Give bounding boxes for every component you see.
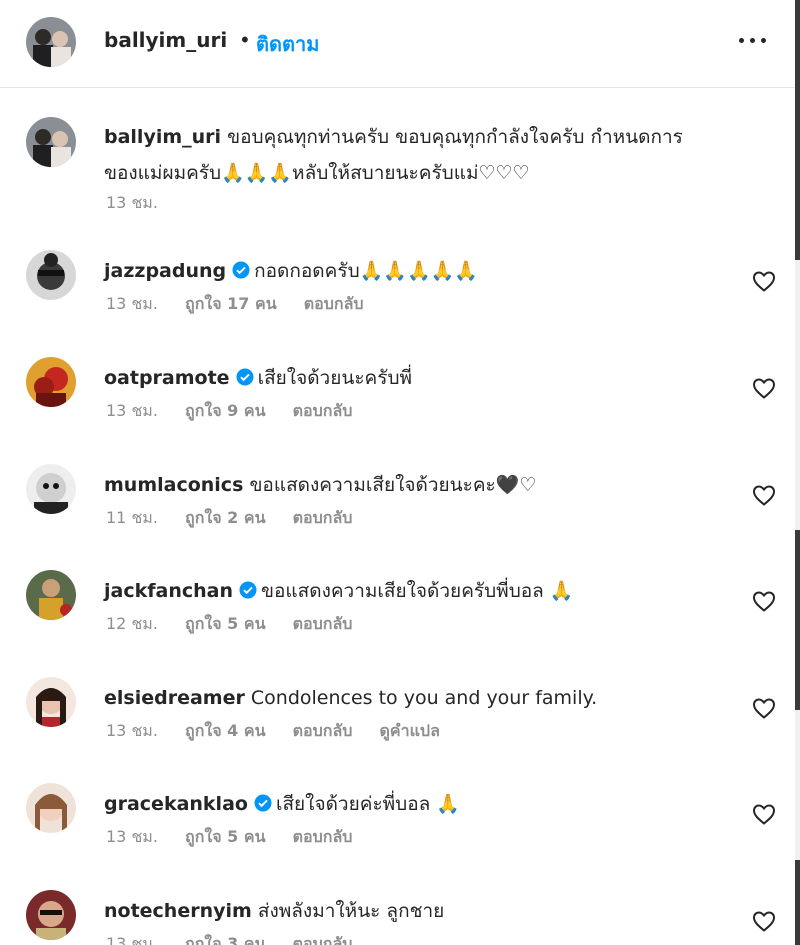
reply-button[interactable]: ตอบกลับ — [293, 614, 353, 633]
verified-badge-icon — [232, 261, 250, 279]
likes-count-button[interactable]: ถูกใจ 17 คน — [185, 294, 277, 313]
verified-badge-icon — [254, 794, 272, 812]
caption-time: 13 ชม. — [106, 193, 158, 212]
comment-text: ขอแสดงความเสียใจด้วยนะคะ🖤♡ — [249, 474, 537, 496]
comment-line: notechernyim ส่งพลังมาให้นะ ลูกชาย — [104, 894, 444, 928]
commenter-username[interactable]: gracekanklao — [104, 793, 248, 815]
commenter-username[interactable]: jazzpadung — [104, 260, 226, 282]
verified-badge-icon — [239, 581, 257, 599]
likes-count-button[interactable]: ถูกใจ 5 คน — [185, 614, 265, 633]
comment-time: 13 ชม. — [106, 827, 158, 846]
background-dark-strip — [795, 530, 800, 710]
author-username[interactable]: ballyim_uri — [104, 28, 227, 52]
comment-time: 11 ชม. — [106, 508, 158, 527]
comment-text: ขอแสดงความเสียใจด้วยครับพี่บอล 🙏 — [260, 580, 574, 602]
commenter-avatar[interactable] — [26, 250, 76, 300]
commenter-username[interactable]: jackfanchan — [104, 580, 233, 602]
comment-meta: 12 ชม. ถูกใจ 5 คน ตอบกลับ — [106, 612, 374, 637]
background-dark-strip — [795, 0, 800, 260]
reply-button[interactable]: ตอบกลับ — [293, 401, 353, 420]
likes-count-button[interactable]: ถูกใจ 2 คน — [185, 508, 265, 527]
like-heart-icon[interactable] — [752, 270, 776, 292]
comment-meta: 13 ชม. ถูกใจ 3 คน ตอบกลับ — [106, 932, 374, 945]
commenter-avatar[interactable] — [26, 464, 76, 514]
comment-item: jackfanchan ขอแสดงความเสียใจด้วยครับพี่บอ… — [0, 570, 795, 670]
like-heart-icon[interactable] — [752, 590, 776, 612]
comment-meta: 13 ชม. ถูกใจ 5 คน ตอบกลับ — [106, 825, 374, 850]
commenter-avatar[interactable] — [26, 890, 76, 940]
comment-item: mumlaconics ขอแสดงความเสียใจด้วยนะคะ🖤♡ 1… — [0, 464, 795, 564]
commenter-username[interactable]: notechernyim — [104, 900, 252, 922]
reply-button[interactable]: ตอบกลับ — [293, 827, 353, 846]
commenter-avatar[interactable] — [26, 783, 76, 833]
post-header: ballyim_uri • ติดตาม — [0, 0, 795, 88]
author-avatar[interactable] — [26, 17, 76, 67]
comment-line: gracekanklao เสียใจด้วยค่ะพี่บอล 🙏 — [104, 787, 460, 821]
reply-button[interactable]: ตอบกลับ — [304, 294, 364, 313]
comment-time: 13 ชม. — [106, 401, 158, 420]
caption-username[interactable]: ballyim_uri — [104, 126, 221, 148]
caption-text-line1: ขอบคุณทุกท่านครับ ขอบคุณทุกกำลังใจครับ ก… — [227, 126, 683, 148]
commenter-username[interactable]: mumlaconics — [104, 474, 243, 496]
comment-item: jazzpadung กอดกอดครับ🙏🙏🙏🙏🙏 13 ชม. ถูกใจ 1… — [0, 250, 795, 350]
caption-text-line2: ของแม่ผมครับ🙏🙏🙏หลับให้สบายนะครับแม่♡♡♡ — [104, 162, 530, 184]
comment-meta: 13 ชม. ถูกใจ 9 คน ตอบกลับ — [106, 399, 374, 424]
post-caption: ballyim_uri ขอบคุณทุกท่านครับ ขอบคุณทุกก… — [0, 117, 795, 227]
likes-count-button[interactable]: ถูกใจ 4 คน — [185, 721, 265, 740]
comment-line: jackfanchan ขอแสดงความเสียใจด้วยครับพี่บอ… — [104, 574, 574, 608]
separator-dot: • — [239, 28, 251, 52]
comment-meta: 13 ชม. ถูกใจ 17 คน ตอบกลับ — [106, 292, 386, 317]
comment-line: elsiedreamer Condolences to you and your… — [104, 681, 597, 715]
like-heart-icon[interactable] — [752, 910, 776, 932]
like-heart-icon[interactable] — [752, 803, 776, 825]
background-dark-strip — [795, 860, 800, 945]
see-translation-button[interactable]: ดูคำแปล — [380, 721, 440, 740]
reply-button[interactable]: ตอบกลับ — [293, 508, 353, 527]
comment-text: เสียใจด้วยค่ะพี่บอล 🙏 — [275, 793, 460, 815]
commenter-avatar[interactable] — [26, 677, 76, 727]
commenter-avatar[interactable] — [26, 357, 76, 407]
comment-time: 13 ชม. — [106, 294, 158, 313]
commenter-username[interactable]: elsiedreamer — [104, 687, 245, 709]
background-edge — [795, 0, 800, 945]
like-heart-icon[interactable] — [752, 377, 776, 399]
comment-time: 13 ชม. — [106, 721, 158, 740]
more-options-icon[interactable] — [737, 28, 769, 52]
comment-line: oatpramote เสียใจด้วยนะครับพี่ — [104, 361, 412, 395]
comment-meta: 13 ชม. ถูกใจ 4 คน ตอบกลับ ดูคำแปล — [106, 719, 462, 744]
comment-item: oatpramote เสียใจด้วยนะครับพี่ 13 ชม. ถูก… — [0, 357, 795, 457]
comment-item: gracekanklao เสียใจด้วยค่ะพี่บอล 🙏 13 ชม.… — [0, 783, 795, 883]
comment-item: elsiedreamer Condolences to you and your… — [0, 677, 795, 777]
likes-count-button[interactable]: ถูกใจ 5 คน — [185, 827, 265, 846]
comment-line: jazzpadung กอดกอดครับ🙏🙏🙏🙏🙏 — [104, 254, 478, 288]
likes-count-button[interactable]: ถูกใจ 3 คน — [185, 934, 265, 945]
comment-text: Condolences to you and your family. — [250, 687, 598, 709]
comment-line: mumlaconics ขอแสดงความเสียใจด้วยนะคะ🖤♡ — [104, 468, 536, 502]
comment-text: กอดกอดครับ🙏🙏🙏🙏🙏 — [254, 260, 478, 282]
verified-badge-icon — [236, 368, 254, 386]
comment-text: ส่งพลังมาให้นะ ลูกชาย — [257, 900, 445, 922]
comment-text: เสียใจด้วยนะครับพี่ — [257, 367, 413, 389]
like-heart-icon[interactable] — [752, 484, 776, 506]
commenter-username[interactable]: oatpramote — [104, 367, 230, 389]
reply-button[interactable]: ตอบกลับ — [293, 934, 353, 945]
comment-time: 13 ชม. — [106, 934, 158, 945]
follow-button[interactable]: ติดตาม — [256, 28, 319, 60]
caption-body: ballyim_uri ขอบคุณทุกท่านครับ ขอบคุณทุกก… — [104, 119, 744, 191]
comment-time: 12 ชม. — [106, 614, 158, 633]
comments-panel: ballyim_uri • ติดตาม ballyim_uri ขอบคุณท… — [0, 0, 795, 945]
comment-meta: 11 ชม. ถูกใจ 2 คน ตอบกลับ — [106, 506, 374, 531]
commenter-avatar[interactable] — [26, 570, 76, 620]
comment-item: notechernyim ส่งพลังมาให้นะ ลูกชาย 13 ชม… — [0, 890, 795, 945]
likes-count-button[interactable]: ถูกใจ 9 คน — [185, 401, 265, 420]
caption-avatar[interactable] — [26, 117, 76, 167]
like-heart-icon[interactable] — [752, 697, 776, 719]
reply-button[interactable]: ตอบกลับ — [293, 721, 353, 740]
